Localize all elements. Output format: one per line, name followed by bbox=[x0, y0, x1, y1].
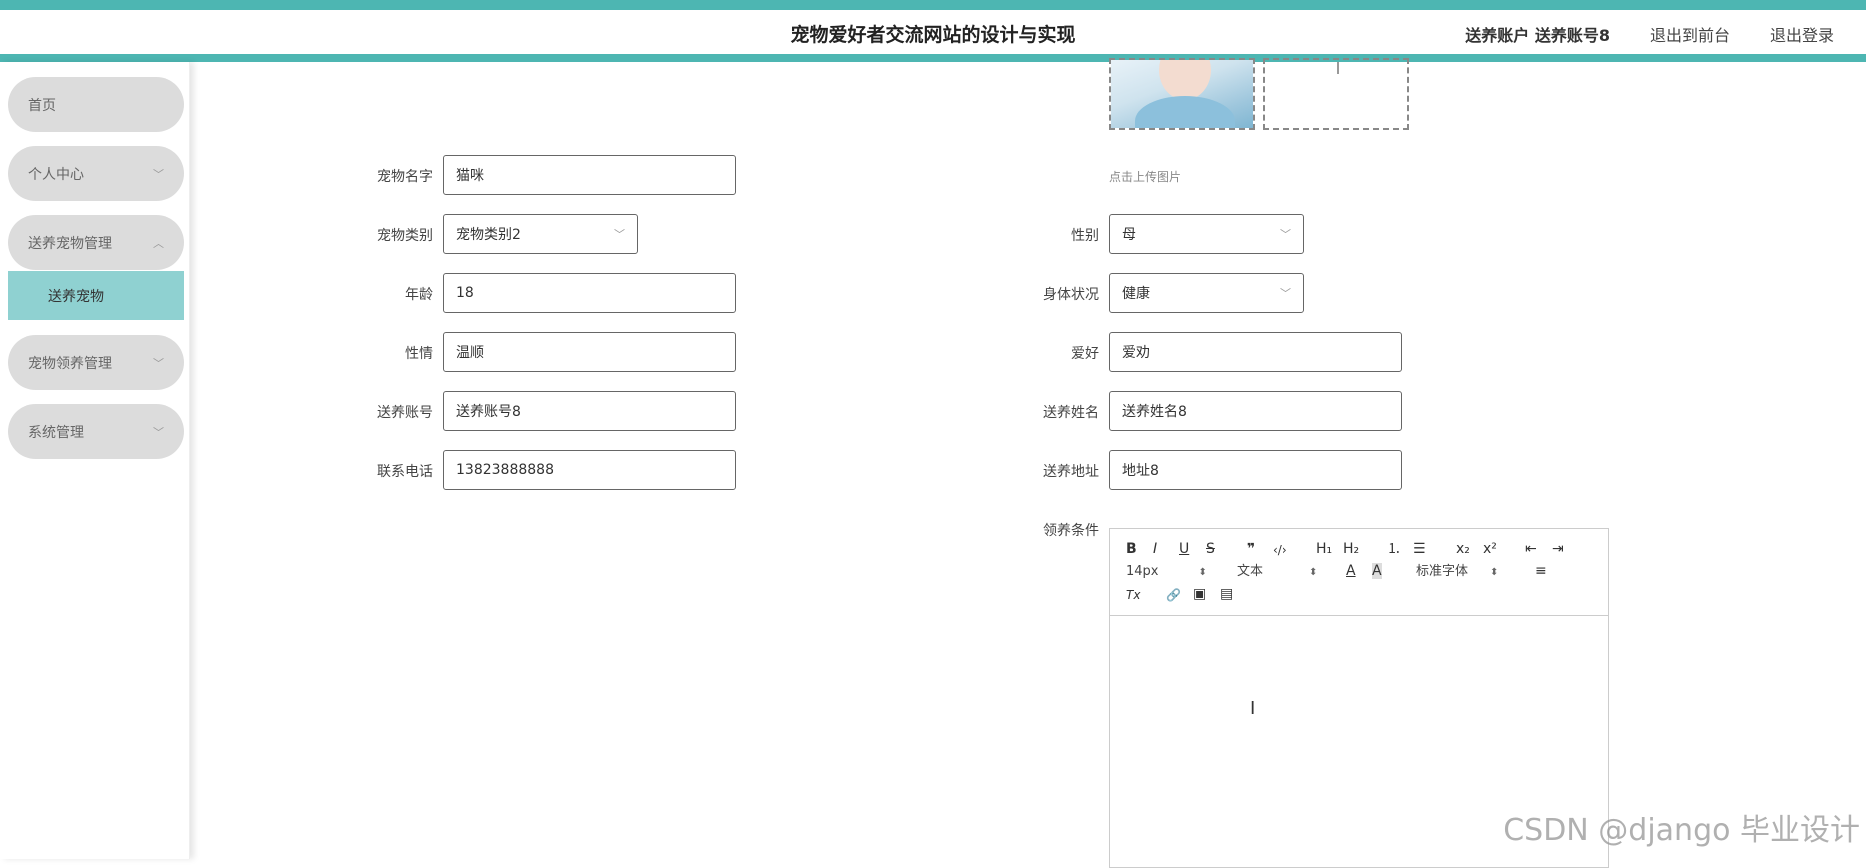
background-color-button[interactable]: A bbox=[1372, 563, 1382, 579]
chevron-down-icon: ﹀ bbox=[153, 166, 164, 182]
address-label: 送养地址 bbox=[979, 461, 1099, 481]
updown-icon: ⬍ bbox=[1309, 567, 1317, 578]
updown-icon: ⬍ bbox=[1199, 567, 1207, 578]
pet-name-label: 宠物名字 bbox=[313, 166, 433, 186]
current-user-label: 送养账户 送养账号8 bbox=[1465, 22, 1610, 46]
h2-button[interactable]: H₂ bbox=[1343, 541, 1359, 557]
sidebar-item-label: 个人中心 bbox=[28, 164, 84, 184]
image-upload-button[interactable] bbox=[1263, 58, 1409, 130]
chevron-down-icon: ﹀ bbox=[614, 226, 625, 242]
health-value: 健康 bbox=[1122, 283, 1150, 303]
paragraph-select[interactable]: 文本 ⬍ bbox=[1237, 564, 1317, 581]
name-input[interactable]: 送养姓名8 bbox=[1109, 391, 1402, 431]
image-icon[interactable]: ▣ bbox=[1193, 586, 1206, 602]
sidebar-item-personal-center[interactable]: 个人中心 ﹀ bbox=[8, 146, 184, 201]
name-value: 送养姓名8 bbox=[1122, 401, 1187, 421]
chevron-down-icon: ﹀ bbox=[1280, 285, 1291, 301]
phone-input[interactable]: 13823888888 bbox=[443, 450, 736, 490]
ordered-list-button[interactable]: ⒈ bbox=[1387, 541, 1401, 557]
account-value: 送养账号8 bbox=[456, 401, 521, 421]
quote-button[interactable]: ❞ bbox=[1247, 541, 1255, 557]
font-color-button[interactable]: A bbox=[1346, 563, 1356, 579]
font-size-select[interactable]: 14px ⬍ bbox=[1126, 564, 1207, 581]
hobby-value: 爱劝 bbox=[1122, 342, 1150, 362]
phone-label: 联系电话 bbox=[313, 461, 433, 481]
gender-value: 母 bbox=[1122, 224, 1136, 244]
account-input[interactable]: 送养账号8 bbox=[443, 391, 736, 431]
sidebar-item-home[interactable]: 首页 bbox=[8, 77, 184, 132]
link-icon[interactable]: 🔗 bbox=[1166, 587, 1181, 603]
text-cursor-icon: I bbox=[1250, 698, 1255, 719]
pet-photo bbox=[1111, 60, 1253, 128]
h1-button[interactable]: H₁ bbox=[1316, 541, 1332, 557]
pet-type-select[interactable]: 宠物类别2 ﹀ bbox=[443, 214, 638, 254]
logout-link[interactable]: 退出登录 bbox=[1770, 22, 1834, 46]
temper-label: 性情 bbox=[313, 343, 433, 363]
video-icon[interactable]: ▤ bbox=[1220, 586, 1233, 602]
sidebar-subitem-adoption-pets[interactable]: 送养宠物 bbox=[8, 271, 184, 320]
phone-value: 13823888888 bbox=[456, 462, 554, 478]
uploaded-image-thumbnail[interactable] bbox=[1109, 58, 1255, 130]
align-button[interactable]: ≡ bbox=[1535, 563, 1547, 579]
sidebar-item-label: 首页 bbox=[28, 95, 56, 115]
sidebar-subitem-label: 送养宠物 bbox=[48, 286, 104, 306]
font-size-value: 14px bbox=[1126, 564, 1159, 579]
code-button[interactable]: ‹/› bbox=[1273, 542, 1287, 558]
sidebar-item-label: 宠物领养管理 bbox=[28, 353, 112, 373]
editor-toolbar: B I U S ❞ ‹/› H₁ H₂ ⒈ ☰ x₂ x² ⇤ ⇥ 14px⬍ … bbox=[1110, 529, 1608, 616]
clear-format-button[interactable]: Tx bbox=[1126, 587, 1140, 603]
watermark: CSDN @django 毕业设计 bbox=[1503, 805, 1860, 849]
pet-name-value: 猫咪 bbox=[456, 165, 484, 185]
health-select[interactable]: 健康 ﹀ bbox=[1109, 273, 1304, 313]
name-label: 送养姓名 bbox=[979, 402, 1099, 422]
sidebar-item-pet-adoption-management[interactable]: 送养宠物管理 ︿ bbox=[8, 215, 184, 270]
strike-button[interactable]: S bbox=[1206, 541, 1215, 557]
address-value: 地址8 bbox=[1122, 460, 1159, 480]
bullet-list-button[interactable]: ☰ bbox=[1413, 541, 1426, 557]
chevron-down-icon: ﹀ bbox=[1280, 226, 1291, 242]
sidebar-item-system-management[interactable]: 系统管理 ﹀ bbox=[8, 404, 184, 459]
hobby-label: 爱好 bbox=[979, 343, 1099, 363]
gender-select[interactable]: 母 ﹀ bbox=[1109, 214, 1304, 254]
italic-button[interactable]: I bbox=[1153, 541, 1157, 557]
sidebar-item-label: 送养宠物管理 bbox=[28, 233, 112, 253]
health-label: 身体状况 bbox=[979, 284, 1099, 304]
address-input[interactable]: 地址8 bbox=[1109, 450, 1402, 490]
age-input[interactable]: 18 bbox=[443, 273, 736, 313]
underline-button[interactable]: U bbox=[1179, 541, 1189, 557]
temper-input[interactable]: 温顺 bbox=[443, 332, 736, 372]
paragraph-value: 文本 bbox=[1237, 564, 1263, 579]
font-family-value: 标准字体 bbox=[1416, 564, 1468, 579]
account-label: 送养账号 bbox=[313, 402, 433, 422]
conditions-label: 领养条件 bbox=[979, 520, 1099, 540]
age-value: 18 bbox=[456, 285, 474, 301]
chevron-down-icon: ﹀ bbox=[153, 355, 164, 371]
pet-name-input[interactable]: 猫咪 bbox=[443, 155, 736, 195]
superscript-button[interactable]: x² bbox=[1483, 541, 1497, 557]
age-label: 年龄 bbox=[313, 284, 433, 304]
indent-button[interactable]: ⇥ bbox=[1552, 541, 1564, 557]
sidebar-item-pet-adopt-management[interactable]: 宠物领养管理 ﹀ bbox=[8, 335, 184, 390]
pet-type-label: 宠物类别 bbox=[313, 225, 433, 245]
chevron-down-icon: ﹀ bbox=[153, 424, 164, 440]
outdent-button[interactable]: ⇤ bbox=[1525, 541, 1537, 557]
gender-label: 性别 bbox=[979, 225, 1099, 245]
upload-hint: 点击上传图片 bbox=[1109, 168, 1181, 185]
subscript-button[interactable]: x₂ bbox=[1456, 541, 1470, 557]
font-family-select[interactable]: 标准字体 ⬍ bbox=[1416, 564, 1498, 581]
plus-icon bbox=[1337, 62, 1339, 74]
top-actions: 送养账户 送养账号8 退出到前台 退出登录 bbox=[1465, 22, 1834, 46]
sidebar-item-label: 系统管理 bbox=[28, 422, 84, 442]
pet-type-value: 宠物类别2 bbox=[456, 224, 521, 244]
top-header: 宠物爱好者交流网站的设计与实现 送养账户 送养账号8 退出到前台 退出登录 bbox=[0, 0, 1866, 62]
updown-icon: ⬍ bbox=[1490, 567, 1498, 578]
bold-button[interactable]: B bbox=[1126, 541, 1137, 557]
hobby-input[interactable]: 爱劝 bbox=[1109, 332, 1402, 372]
temper-value: 温顺 bbox=[456, 342, 484, 362]
sidebar: 首页 个人中心 ﹀ 送养宠物管理 ︿ 送养宠物 宠物领养管理 ﹀ 系统管理 ﹀ bbox=[0, 62, 190, 859]
chevron-up-icon: ︿ bbox=[153, 235, 164, 251]
exit-to-front-link[interactable]: 退出到前台 bbox=[1650, 22, 1730, 46]
